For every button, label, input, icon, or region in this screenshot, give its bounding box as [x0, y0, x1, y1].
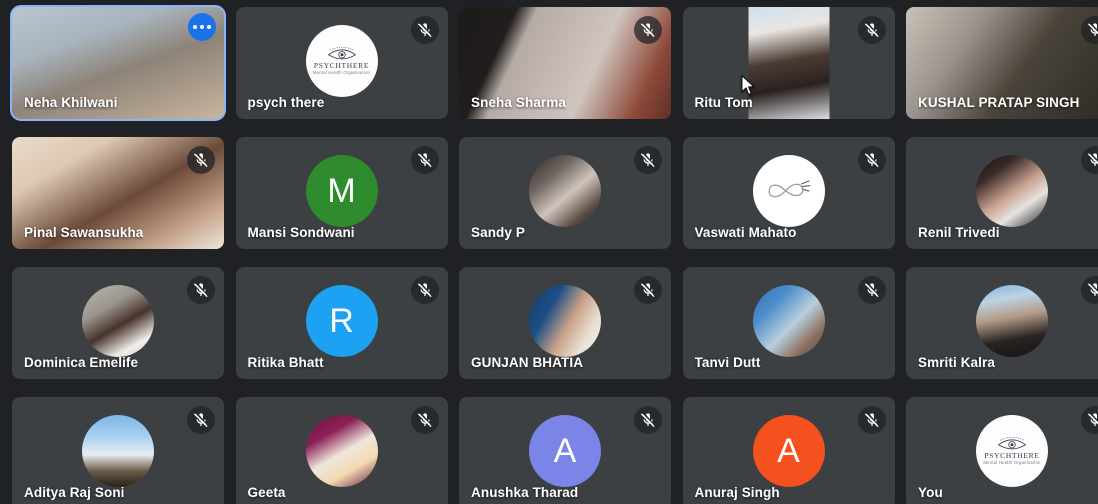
avatar-photo — [976, 155, 1048, 227]
participant-tile[interactable]: A Anuraj Singh — [682, 397, 895, 504]
logo-title: PSYCHTHERE — [984, 451, 1040, 461]
logo-subtitle: Mental Health Organisation — [983, 459, 1041, 465]
mic-muted-icon — [410, 276, 439, 304]
avatar-initial: A — [529, 415, 601, 487]
participant-name: Anushka Tharad — [471, 485, 579, 500]
avatar-initial: R — [305, 285, 378, 357]
participant-tile[interactable]: Smriti Kalra — [906, 267, 1098, 379]
participant-name: Ritika Bhatt — [247, 355, 324, 370]
participant-name: Mansi Sondwani — [247, 225, 355, 240]
participant-tile[interactable]: GUNJAN BHATIA — [459, 267, 671, 379]
participant-tile[interactable]: Dominica Emelife — [12, 267, 224, 379]
participant-tile[interactable]: A Anushka Tharad — [459, 397, 671, 504]
mic-muted-icon — [857, 276, 886, 304]
participant-name: Pinal Sawansukha — [24, 225, 144, 240]
avatar-photo — [82, 415, 154, 487]
participant-tile[interactable]: M Mansi Sondwani — [235, 137, 448, 249]
participant-name: KUSHAL PRATAP SINGH — [918, 95, 1080, 110]
participant-name: Sneha Sharma — [471, 95, 566, 110]
participant-tile[interactable]: Geeta — [235, 397, 448, 504]
avatar-photo — [82, 285, 154, 357]
mic-muted-icon — [410, 406, 439, 434]
participant-name: You — [918, 485, 943, 500]
participant-name: GUNJAN BHATIA — [471, 355, 584, 370]
more-options-button[interactable] — [188, 13, 216, 41]
participant-tile[interactable]: Tanvi Dutt — [682, 267, 895, 379]
psychthere-logo: PSYCHTHERE Mental Health Organisation — [976, 415, 1048, 487]
participant-name: Tanvi Dutt — [694, 355, 761, 370]
psychthere-logo: PSYCHTHERE Mental Health Organisation — [305, 25, 378, 97]
dot — [193, 25, 197, 29]
logo-title: PSYCHTHERE — [313, 61, 370, 71]
mic-muted-icon — [857, 406, 886, 434]
participant-tile[interactable]: PSYCHTHERE Mental Health Organisation psyc… — [235, 7, 448, 119]
participant-tile[interactable]: Vaswati Mahato — [682, 137, 895, 249]
participant-name: psych there — [247, 95, 325, 110]
logo-subtitle: Mental Health Organisation — [312, 69, 371, 75]
participant-tile[interactable]: Pinal Sawansukha — [12, 137, 224, 249]
avatar-initial-letter: A — [553, 431, 577, 470]
avatar-initial: A — [752, 415, 825, 487]
participant-name: Sandy P — [471, 225, 525, 240]
mic-muted-icon — [187, 276, 215, 304]
participant-tile[interactable]: Ritu Tom — [682, 7, 895, 119]
avatar-initial-letter: M — [327, 171, 356, 210]
participant-tile[interactable]: Aditya Raj Soni — [12, 397, 224, 504]
participant-tile[interactable]: Sandy P — [459, 137, 671, 249]
participant-name: Anuraj Singh — [694, 485, 780, 500]
participant-name: Vaswati Mahato — [694, 225, 797, 240]
avatar-photo — [976, 285, 1048, 357]
participant-name: Geeta — [247, 485, 286, 500]
avatar-photo — [529, 285, 601, 357]
avatar-infinity-logo — [752, 155, 825, 227]
mic-muted-icon — [634, 406, 662, 434]
participant-tile[interactable]: Renil Trivedi — [906, 137, 1098, 249]
avatar-initial: M — [305, 155, 378, 227]
participant-grid: Neha Khilwani PSYCHTHERE Mental Health Org… — [0, 0, 1098, 504]
participant-tile[interactable]: PSYCHTHERE Mental Health Organisation You — [906, 397, 1098, 504]
mic-muted-icon — [857, 146, 886, 174]
participant-video — [748, 7, 829, 119]
mic-muted-icon — [187, 406, 215, 434]
mic-muted-icon — [857, 16, 886, 44]
dot — [207, 25, 211, 29]
participant-tile[interactable]: R Ritika Bhatt — [235, 267, 448, 379]
participant-name: Smriti Kalra — [918, 355, 995, 370]
participant-tile[interactable]: Neha Khilwani — [10, 5, 226, 121]
mic-muted-icon — [187, 146, 215, 174]
dot — [200, 25, 204, 29]
participant-tile[interactable]: KUSHAL PRATAP SINGH — [906, 7, 1098, 119]
mic-muted-icon — [634, 146, 662, 174]
avatar-photo — [529, 155, 601, 227]
participant-name: Neha Khilwani — [24, 95, 118, 110]
avatar-initial-letter: A — [777, 431, 800, 470]
avatar-photo — [305, 415, 378, 487]
participant-name: Renil Trivedi — [918, 225, 1000, 240]
participant-name: Aditya Raj Soni — [24, 485, 125, 500]
mic-muted-icon — [634, 16, 662, 44]
participant-name: Dominica Emelife — [24, 355, 139, 370]
participant-name: Ritu Tom — [694, 95, 753, 110]
mic-muted-icon — [410, 146, 439, 174]
mic-muted-icon — [410, 16, 439, 44]
participant-tile[interactable]: Sneha Sharma — [459, 7, 671, 119]
avatar-photo — [752, 285, 825, 357]
mic-muted-icon — [634, 276, 662, 304]
avatar-initial-letter: R — [329, 301, 354, 340]
